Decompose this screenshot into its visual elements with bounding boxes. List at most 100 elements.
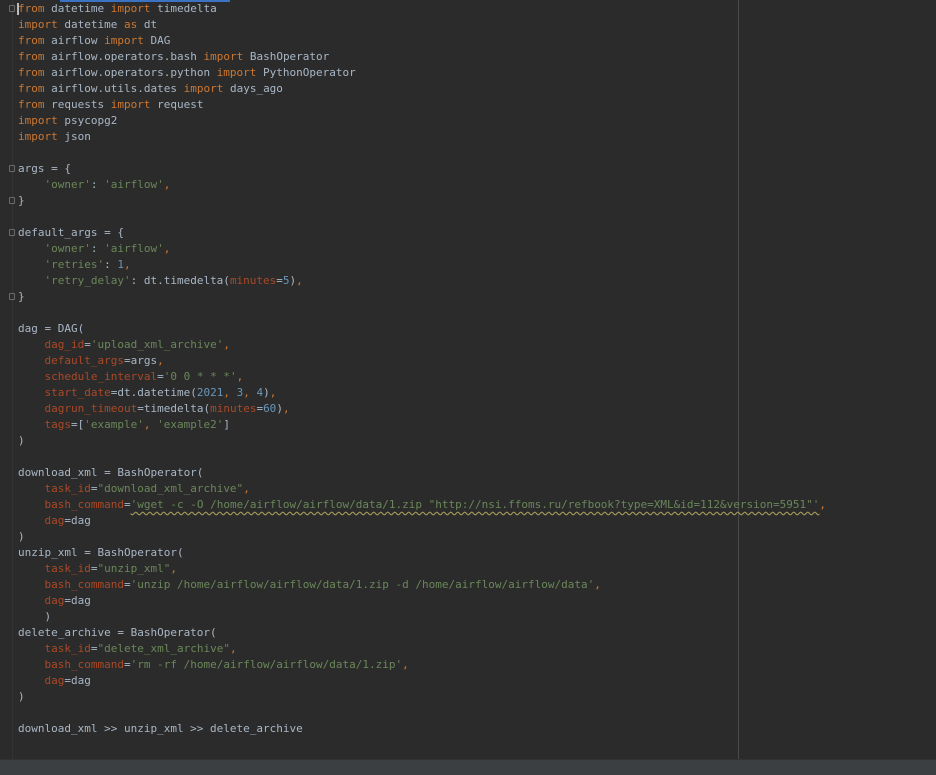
code-token: minutes — [210, 402, 257, 415]
code-line[interactable]: tags=['example', 'example2'] — [18, 417, 936, 433]
code-line[interactable]: dagrun_timeout=timedelta(minutes=60), — [18, 401, 936, 417]
code-line[interactable]: ) — [18, 433, 936, 449]
code-area[interactable]: from datetime import timedelta import dat… — [9, 1, 936, 737]
code-line[interactable]: schedule_interval='0 0 * * *', — [18, 369, 936, 385]
code-line[interactable]: } — [9, 289, 936, 305]
code-line[interactable]: bash_command='rm -rf /home/airflow/airfl… — [18, 657, 936, 673]
fold-marker-icon[interactable] — [9, 293, 15, 300]
code-token: task_id — [44, 642, 91, 655]
code-token: 'airflow' — [104, 242, 164, 255]
code-token: , — [819, 498, 826, 511]
code-line[interactable]: from airflow import DAG — [18, 33, 936, 49]
code-token: default_args = { — [18, 226, 124, 239]
code-token: '0 0 * * *' — [163, 370, 237, 383]
code-line[interactable]: bash_command='wget -c -O /home/airflow/a… — [18, 497, 936, 513]
code-token: =dag — [64, 594, 91, 607]
code-token: delete_archive = BashOperator( — [18, 626, 217, 639]
code-token: import — [18, 114, 58, 127]
code-token: ) — [18, 690, 25, 703]
code-line[interactable]: download_xml = BashOperator( — [18, 465, 936, 481]
code-token: 'unzip /home/airflow/airflow/data/1.zip … — [130, 578, 595, 591]
code-line[interactable]: dag = DAG( — [18, 321, 936, 337]
code-token: , — [282, 402, 290, 415]
code-token: } — [18, 290, 25, 303]
code-line[interactable]: default_args = { — [9, 225, 936, 241]
code-line[interactable]: download_xml >> unzip_xml >> delete_arch… — [18, 721, 936, 737]
code-line[interactable]: 'retry_delay': dt.timedelta(minutes=5), — [18, 273, 936, 289]
code-line[interactable]: from datetime import timedelta — [9, 1, 936, 17]
code-line[interactable]: import datetime as dt — [18, 17, 936, 33]
code-line[interactable]: import psycopg2 — [18, 113, 936, 129]
code-token: ] — [223, 418, 230, 431]
code-line[interactable]: delete_archive = BashOperator( — [18, 625, 936, 641]
code-token: as — [123, 18, 138, 31]
code-token: bash_command — [44, 658, 124, 671]
code-line[interactable]: from requests import request — [18, 97, 936, 113]
editor-gutter — [12, 0, 13, 760]
code-line[interactable]: ) — [18, 529, 936, 545]
code-token: = — [84, 338, 91, 351]
code-token: from — [18, 98, 45, 111]
code-line[interactable]: 'owner': 'airflow', — [18, 177, 936, 193]
code-token: , — [223, 386, 237, 399]
code-token: , — [229, 642, 237, 655]
code-line[interactable]: 'retries': 1, — [18, 257, 936, 273]
fold-marker-icon[interactable] — [9, 229, 15, 236]
code-line[interactable] — [18, 209, 936, 225]
code-line[interactable] — [18, 705, 936, 721]
code-line[interactable]: ) — [18, 609, 936, 625]
code-line[interactable]: dag=dag — [18, 593, 936, 609]
code-line[interactable] — [18, 449, 936, 465]
code-token: airflow — [44, 34, 105, 47]
code-token: import — [104, 34, 144, 47]
code-token: =dt.datetime( — [110, 386, 197, 399]
code-token: 'example2' — [157, 418, 224, 431]
code-token: unzip_xml = BashOperator( — [18, 546, 184, 559]
code-line[interactable]: task_id="unzip_xml", — [18, 561, 936, 577]
code-line[interactable]: ) — [18, 689, 936, 705]
code-line[interactable]: from airflow.operators.bash import BashO… — [18, 49, 936, 65]
code-line[interactable] — [18, 145, 936, 161]
code-editor[interactable]: from datetime import timedelta import dat… — [0, 0, 936, 760]
code-line[interactable]: 'owner': 'airflow', — [18, 241, 936, 257]
code-line[interactable]: start_date=dt.datetime(2021, 3, 4), — [18, 385, 936, 401]
code-token: schedule_interval — [44, 370, 158, 383]
code-token: , — [123, 258, 131, 271]
code-token: PythonOperator — [256, 66, 356, 79]
code-token: airflow.operators.python — [44, 66, 217, 79]
code-token: import — [183, 82, 224, 95]
code-line[interactable]: dag_id='upload_xml_archive', — [18, 337, 936, 353]
fold-marker-icon[interactable] — [9, 165, 15, 172]
code-line[interactable]: args = { — [9, 161, 936, 177]
code-line[interactable]: dag=dag — [18, 673, 936, 689]
code-token: psycopg2 — [57, 114, 118, 127]
code-line[interactable]: task_id="delete_xml_archive", — [18, 641, 936, 657]
code-line[interactable]: default_args=args, — [18, 353, 936, 369]
code-line[interactable]: from airflow.operators.python import Pyt… — [18, 65, 936, 81]
code-line[interactable]: bash_command='unzip /home/airflow/airflo… — [18, 577, 936, 593]
code-token: airflow.operators.bash — [44, 50, 204, 63]
code-line[interactable]: import json — [18, 129, 936, 145]
code-line[interactable] — [18, 305, 936, 321]
code-token: , — [163, 178, 171, 191]
fold-marker-icon[interactable] — [9, 5, 15, 12]
code-line[interactable]: unzip_xml = BashOperator( — [18, 545, 936, 561]
code-line[interactable]: from airflow.utils.dates import days_ago — [18, 81, 936, 97]
code-line[interactable]: task_id="download_xml_archive", — [18, 481, 936, 497]
code-line[interactable]: dag=dag — [18, 513, 936, 529]
fold-marker-icon[interactable] — [9, 197, 15, 204]
code-token: } — [18, 194, 25, 207]
code-token: dag — [44, 514, 65, 527]
code-token: import — [216, 66, 257, 79]
code-token: 'owner' — [44, 178, 91, 191]
code-line[interactable]: } — [9, 193, 936, 209]
code-token: from — [18, 2, 45, 15]
